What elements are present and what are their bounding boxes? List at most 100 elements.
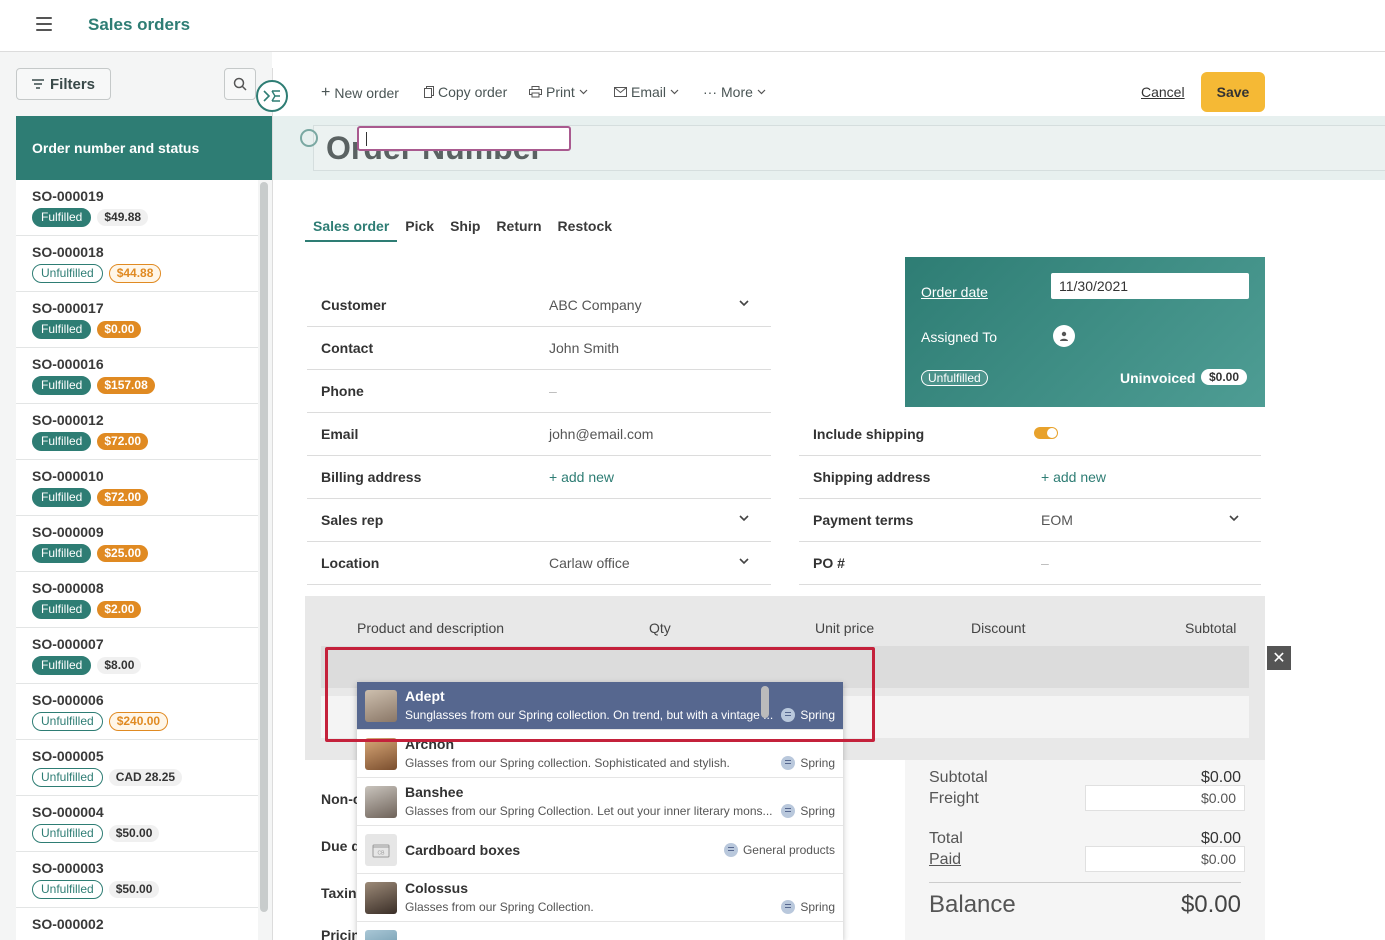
- field-value[interactable]: –: [549, 383, 557, 399]
- form-row-customer[interactable]: Customer ABC Company: [307, 284, 771, 327]
- form-row-include-shipping[interactable]: Include shipping: [799, 413, 1261, 456]
- field-value[interactable]: –: [1041, 555, 1049, 571]
- order-list-item[interactable]: SO-000019 Fulfilled $49.88: [16, 180, 258, 236]
- product-option[interactable]: Adept Sunglasses from our Spring collecti…: [357, 682, 843, 730]
- order-list-item[interactable]: SO-000010 Fulfilled $72.00: [16, 460, 258, 516]
- order-list-item[interactable]: SO-000007 Fulfilled $8.00: [16, 628, 258, 684]
- order-list: SO-000019 Fulfilled $49.88 SO-000018 Unfulfi…: [16, 180, 258, 940]
- copy-order-button[interactable]: Copy order: [424, 84, 507, 100]
- form-row-location[interactable]: Location Carlaw office: [307, 542, 771, 585]
- product-option[interactable]: Colossus Glasses from our Spring Collecti…: [357, 874, 843, 922]
- col-qty: Qty: [649, 620, 671, 636]
- order-number: SO-000019: [32, 188, 104, 204]
- order-date-label[interactable]: Order date: [921, 284, 988, 300]
- chevron-down-icon[interactable]: [739, 298, 749, 308]
- paid-label[interactable]: Paid: [929, 851, 961, 868]
- product-option[interactable]: Banshee Glasses from our Spring Collectio…: [357, 778, 843, 826]
- tab-return[interactable]: Return: [488, 218, 549, 242]
- product-option[interactable]: Archon Glasses from our Spring collection…: [357, 730, 843, 778]
- list-header: Order number and status: [16, 116, 272, 180]
- order-list-item[interactable]: SO-000018 Unfulfilled $44.88: [16, 236, 258, 292]
- product-dropdown: Adept Sunglasses from our Spring collecti…: [357, 682, 843, 940]
- field-value[interactable]: + add new: [1041, 469, 1106, 485]
- product-option[interactable]: CB Cardboard boxes General products: [357, 826, 843, 874]
- category-icon: [781, 900, 796, 914]
- form-row-phone[interactable]: Phone –: [307, 370, 771, 413]
- order-list-item[interactable]: SO-000008 Fulfilled $2.00: [16, 572, 258, 628]
- field-value[interactable]: Carlaw office: [549, 555, 630, 571]
- product-description: Glasses from our Spring Collection. Let …: [405, 804, 773, 818]
- order-list-item[interactable]: SO-000002: [16, 908, 258, 940]
- order-list-item[interactable]: SO-000016 Fulfilled $157.08: [16, 348, 258, 404]
- search-button[interactable]: [224, 68, 256, 100]
- chevron-down-icon[interactable]: [1229, 513, 1239, 523]
- order-list-item[interactable]: SO-000005 Unfulfilled CAD 28.25: [16, 740, 258, 796]
- chevron-down-icon[interactable]: [739, 513, 749, 523]
- new-order-button[interactable]: + New order: [321, 84, 399, 102]
- tab-sales-order[interactable]: Sales order: [305, 218, 398, 242]
- cancel-link[interactable]: Cancel: [1141, 84, 1185, 100]
- status-badge: Unfulfilled: [32, 264, 103, 283]
- order-badges: Fulfilled $0.00: [32, 320, 242, 339]
- form-row-sales-rep[interactable]: Sales rep: [307, 499, 771, 542]
- order-date-input[interactable]: 11/30/2021: [1051, 273, 1249, 299]
- top-bar: Sales orders: [0, 0, 1385, 52]
- collapse-panel-button[interactable]: [256, 80, 288, 112]
- category-icon: [781, 756, 796, 770]
- new-order-label: New order: [334, 85, 399, 101]
- order-list-item[interactable]: SO-000003 Unfulfilled $50.00: [16, 852, 258, 908]
- email-button[interactable]: Email: [614, 84, 679, 100]
- form-row-payment-terms[interactable]: Payment terms EOM: [799, 499, 1261, 542]
- form-row-contact[interactable]: Contact John Smith: [307, 327, 771, 370]
- order-list-item[interactable]: SO-000004 Unfulfilled $50.00: [16, 796, 258, 852]
- menu-icon[interactable]: [36, 17, 52, 31]
- paid-input[interactable]: $0.00: [1085, 846, 1245, 872]
- chevron-down-icon[interactable]: [739, 556, 749, 566]
- order-badges: Unfulfilled CAD 28.25: [32, 768, 242, 787]
- tab-restock[interactable]: Restock: [550, 218, 620, 242]
- line-check-icon[interactable]: [300, 129, 318, 147]
- customer-form: Customer ABC Company Contact John Smith Phon…: [307, 284, 771, 585]
- order-list-item[interactable]: SO-000009 Fulfilled $25.00: [16, 516, 258, 572]
- status-badge: Fulfilled: [32, 656, 92, 675]
- field-value[interactable]: John Smith: [549, 340, 619, 356]
- assign-user-avatar[interactable]: [1053, 325, 1075, 347]
- field-value[interactable]: EOM: [1041, 512, 1073, 528]
- field-label: Contact: [321, 340, 374, 356]
- field-value[interactable]: ABC Company: [549, 297, 642, 313]
- order-badges: Fulfilled $72.00: [32, 488, 242, 507]
- print-button[interactable]: Print: [529, 84, 588, 100]
- order-number: SO-000016: [32, 356, 104, 372]
- order-list-scrollbar[interactable]: [260, 182, 268, 912]
- form-row-po-[interactable]: PO # –: [799, 542, 1261, 585]
- filters-button[interactable]: Filters: [16, 68, 111, 100]
- order-list-item[interactable]: SO-000017 Fulfilled $0.00: [16, 292, 258, 348]
- field-value[interactable]: john@email.com: [549, 426, 653, 442]
- order-list-item[interactable]: SO-000012 Fulfilled $72.00: [16, 404, 258, 460]
- tab-ship[interactable]: Ship: [442, 218, 488, 242]
- amount-badge: $157.08: [97, 377, 155, 394]
- field-label: Payment terms: [813, 512, 914, 528]
- form-row-shipping-address[interactable]: Shipping address + add new: [799, 456, 1261, 499]
- form-row-billing-address[interactable]: Billing address + add new: [307, 456, 771, 499]
- more-button[interactable]: ··· More: [703, 84, 766, 100]
- freight-input[interactable]: $0.00: [1085, 785, 1245, 811]
- filter-icon: [31, 79, 44, 89]
- form-row-email[interactable]: Email john@email.com: [307, 413, 771, 456]
- field-label: Sales rep: [321, 512, 384, 528]
- save-button[interactable]: Save: [1201, 72, 1265, 112]
- product-option[interactable]: Cyclone: [357, 922, 843, 940]
- field-label: Shipping address: [813, 469, 931, 485]
- order-badges: Fulfilled $157.08: [32, 376, 242, 395]
- dropdown-scrollbar[interactable]: [761, 686, 769, 718]
- field-value[interactable]: + add new: [549, 469, 614, 485]
- product-category: Spring: [781, 756, 835, 770]
- tab-pick[interactable]: Pick: [397, 218, 442, 242]
- product-search-input[interactable]: [357, 126, 571, 151]
- close-icon[interactable]: ✕: [1267, 646, 1291, 670]
- freight-label: Freight: [929, 790, 979, 807]
- col-unit-price: Unit price: [815, 620, 875, 636]
- include-shipping-toggle[interactable]: [1034, 427, 1058, 439]
- order-list-item[interactable]: SO-000006 Unfulfilled $240.00: [16, 684, 258, 740]
- order-badges: Fulfilled $25.00: [32, 544, 242, 563]
